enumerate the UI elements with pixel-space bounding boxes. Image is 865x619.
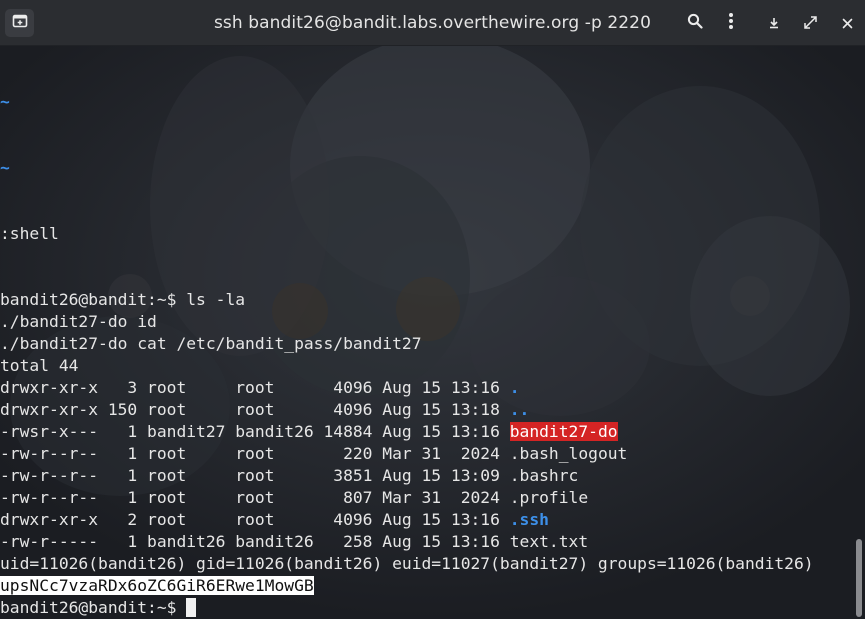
file-name: .bashrc xyxy=(509,466,579,485)
file-name: .ssh xyxy=(509,510,549,529)
file-meta: -rw-r----- 1 bandit26 bandit26 258 Aug 1… xyxy=(0,532,510,551)
editor-tilde-line: ~ xyxy=(0,92,10,111)
file-name: .bash_logout xyxy=(509,444,628,463)
file-name-setuid: bandit27-do xyxy=(509,422,618,441)
command-line-id: ./bandit27-do id xyxy=(0,312,157,331)
scrollbar-thumb[interactable] xyxy=(856,539,862,617)
kebab-menu-icon xyxy=(728,12,734,34)
search-icon xyxy=(687,13,703,33)
listing-row: -rwsr-x--- 1 bandit27 bandit26 14884 Aug… xyxy=(0,421,618,443)
file-name: .profile xyxy=(509,488,589,507)
listing-total: total 44 xyxy=(0,356,79,375)
listing-row: drwxr-xr-x 3 root root 4096 Aug 15 13:16… xyxy=(0,377,520,399)
listing-row: -rw-r--r-- 1 root root 220 Mar 31 2024 .… xyxy=(0,443,627,465)
fullscreen-icon xyxy=(803,14,817,33)
terminal-scrollbar[interactable] xyxy=(853,47,865,619)
listing-row: -rw-r----- 1 bandit26 bandit26 258 Aug 1… xyxy=(0,531,588,553)
file-meta: drwxr-xr-x 150 root root 4096 Aug 15 13:… xyxy=(0,400,510,419)
file-meta: -rwsr-x--- 1 bandit27 bandit26 14884 Aug… xyxy=(0,422,510,441)
fullscreen-button[interactable] xyxy=(796,9,824,37)
listing-row: -rw-r--r-- 1 root root 3851 Aug 15 13:09… xyxy=(0,465,578,487)
id-output-line: uid=11026(bandit26) gid=11026(bandit26) … xyxy=(0,554,814,573)
editor-tilde-line: ~ xyxy=(0,158,10,177)
listing-row: drwxr-xr-x 150 root root 4096 Aug 15 13:… xyxy=(0,399,529,421)
file-meta: drwxr-xr-x 3 root root 4096 Aug 15 13:16 xyxy=(0,378,510,397)
close-button[interactable] xyxy=(833,9,861,37)
terminal-output[interactable]: ~ ~ :shell bandit26@bandit:~$ ls -la ./b… xyxy=(0,47,850,619)
file-name: text.txt xyxy=(509,532,589,551)
search-button[interactable] xyxy=(681,9,709,37)
file-meta: -rw-r--r-- 1 root root 220 Mar 31 2024 xyxy=(0,444,510,463)
shell-prompt: bandit26@bandit:~$ xyxy=(0,598,187,617)
download-button[interactable] xyxy=(760,9,788,37)
close-icon xyxy=(842,14,853,33)
file-meta: -rw-r--r-- 1 root root 807 Mar 31 2024 xyxy=(0,488,510,507)
vim-shell-command: :shell xyxy=(0,224,59,243)
password-output-line: upsNCc7vzaRDx6oZC6GiR6ERwe1MowGB xyxy=(0,575,314,597)
shell-prompt: bandit26@bandit:~$ xyxy=(0,290,187,309)
file-name: . xyxy=(509,378,520,397)
command-text: ls -la xyxy=(186,290,246,309)
listing-row: drwxr-xr-x 2 root root 4096 Aug 15 13:16… xyxy=(0,509,549,531)
menu-button[interactable] xyxy=(717,9,745,37)
file-meta: -rw-r--r-- 1 root root 3851 Aug 15 13:09 xyxy=(0,466,510,485)
prompt-line: bandit26@bandit:~$ xyxy=(0,597,197,619)
file-meta: drwxr-xr-x 2 root root 4096 Aug 15 13:16 xyxy=(0,510,510,529)
password-text-selected[interactable]: upsNCc7vzaRDx6oZC6GiR6ERwe1MowGB xyxy=(0,576,314,595)
title-bar: ssh bandit26@bandit.labs.overthewire.org… xyxy=(0,0,865,46)
listing-row: -rw-r--r-- 1 root root 807 Mar 31 2024 .… xyxy=(0,487,588,509)
text-cursor xyxy=(186,598,197,617)
prompt-line: bandit26@bandit:~$ ls -la xyxy=(0,289,245,311)
file-name: .. xyxy=(509,400,530,419)
command-line-cat: ./bandit27-do cat /etc/bandit_pass/bandi… xyxy=(0,334,422,353)
download-icon xyxy=(768,14,780,33)
terminal-window: ssh bandit26@bandit.labs.overthewire.org… xyxy=(0,0,865,619)
